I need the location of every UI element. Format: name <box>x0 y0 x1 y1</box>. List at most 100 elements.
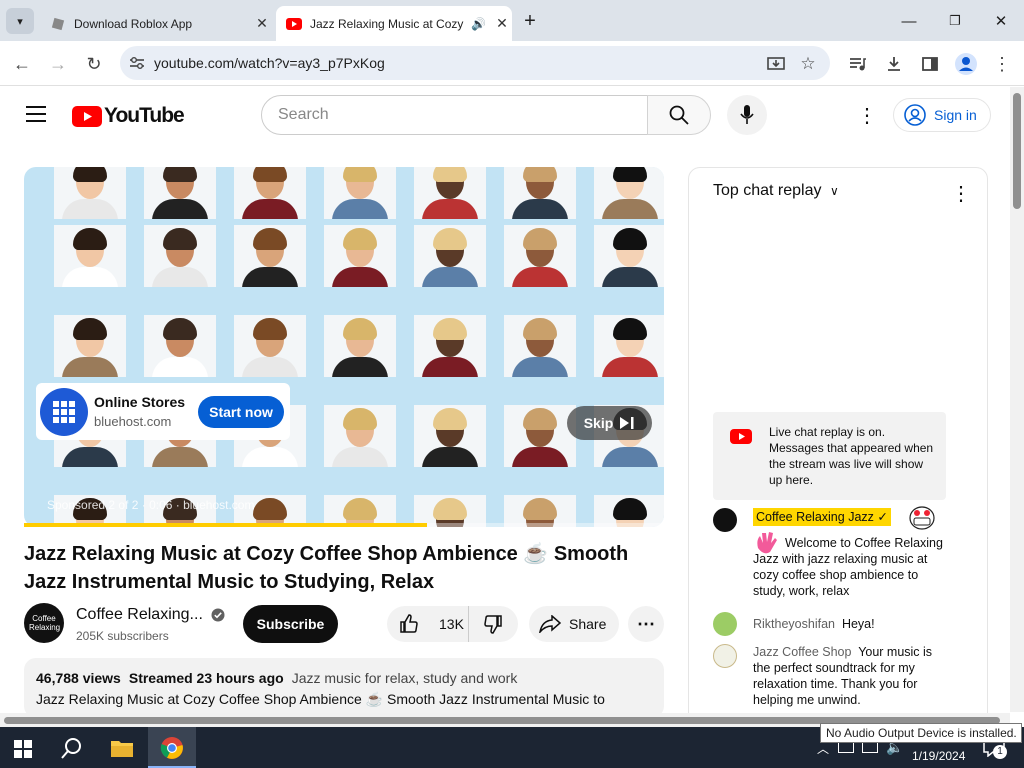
ad-portrait <box>594 167 664 219</box>
ad-portrait <box>54 225 126 287</box>
chat-menu-button[interactable]: ⋮ <box>951 181 971 206</box>
skip-label: Skip <box>583 415 614 431</box>
tab-search-button[interactable]: ▾ <box>6 8 34 34</box>
taskbar-search-button[interactable] <box>60 736 84 765</box>
forward-button[interactable]: → <box>44 50 72 78</box>
queue-music-icon <box>850 58 866 71</box>
ad-advertiser: Online Stores <box>94 394 186 410</box>
video-player[interactable] <box>24 167 664 527</box>
browser-menu-button[interactable]: ⋮ <box>988 50 1016 78</box>
chat-author: Jazz Coffee Shop <box>753 645 852 659</box>
window-close-button[interactable]: ✕ <box>987 8 1015 34</box>
tab-youtube[interactable]: Jazz Relaxing Music at Cozy 🔊 ✕ <box>276 6 512 41</box>
minimize-icon: — <box>901 12 917 30</box>
search-input[interactable]: Search <box>261 95 648 135</box>
chevron-up-icon: ︿ <box>817 742 830 756</box>
arrow-right-icon: → <box>49 53 67 74</box>
browser-toolbar: ← → ↻ youtube.com/watch?v=ay3_p7PxKog ☆ … <box>0 41 1024 86</box>
owner-badge: Coffee Relaxing Jazz ✓ <box>753 508 891 526</box>
chat-avatar[interactable] <box>713 644 737 668</box>
subscriber-count: 205K subscribers <box>76 629 169 643</box>
scrollbar-thumb[interactable] <box>1013 93 1021 209</box>
start-now-button[interactable]: Start now <box>198 396 284 428</box>
star-icon: ☆ <box>800 54 816 73</box>
more-horiz-icon: ⋯ <box>637 613 655 634</box>
chat-avatar[interactable] <box>713 612 737 636</box>
voice-search-button[interactable] <box>727 95 767 135</box>
close-icon[interactable]: ✕ <box>492 15 512 32</box>
search-icon <box>669 105 689 125</box>
sign-in-label: Sign in <box>934 107 977 123</box>
grinning-emoji-icon <box>908 506 936 530</box>
chat-mode-dropdown[interactable]: Top chat replay ∨ <box>713 182 839 200</box>
restore-button[interactable]: ❐ <box>941 8 969 34</box>
downloads-button[interactable] <box>880 50 908 78</box>
start-button[interactable] <box>14 740 32 763</box>
windows-logo-icon <box>14 740 32 758</box>
ad-progress-fill <box>24 523 428 527</box>
ad-portrait <box>414 315 486 377</box>
search-button[interactable] <box>647 95 711 135</box>
chat-message-text: Welcome to Coffee Relaxing Jazz with jaz… <box>753 536 943 598</box>
clock-date[interactable]: 1/19/2024 <box>912 749 965 763</box>
media-controls-button[interactable] <box>844 50 872 78</box>
description-box[interactable]: 46,788 views Streamed 23 hours ago Jazz … <box>24 658 664 718</box>
channel-name-row: Coffee Relaxing... <box>76 606 225 624</box>
sign-in-button[interactable]: Sign in <box>893 98 991 132</box>
skip-ad-button[interactable]: Skip <box>567 406 652 440</box>
url-text: youtube.com/watch?v=ay3_p7PxKog <box>154 55 385 71</box>
file-explorer-button[interactable] <box>110 738 134 763</box>
checkmark-icon: ✓ <box>877 510 888 524</box>
back-button[interactable]: ← <box>8 50 36 78</box>
vertical-scrollbar[interactable] <box>1010 87 1024 712</box>
chat-replay-banner: Live chat replay is on. Messages that ap… <box>713 412 946 500</box>
channel-avatar[interactable]: Coffee Relaxing <box>24 603 64 643</box>
chrome-icon <box>160 737 183 759</box>
avatar-text: Coffee Relaxing <box>29 614 61 632</box>
ad-portrait <box>594 225 664 287</box>
minimize-button[interactable]: — <box>895 8 923 34</box>
like-button[interactable]: 13K <box>387 606 469 642</box>
new-tab-button[interactable]: + <box>516 8 544 34</box>
profile-button[interactable] <box>952 50 980 78</box>
bookmark-button[interactable]: ☆ <box>794 50 822 78</box>
more-actions-button[interactable]: ⋯ <box>628 606 664 642</box>
thumbs-up-icon <box>400 614 418 633</box>
dislike-button[interactable] <box>469 614 517 634</box>
page-icon <box>50 16 66 32</box>
ad-portrait <box>234 225 306 287</box>
chat-message: Riktheyoshifan Heya! <box>753 616 943 632</box>
ad-portrait <box>324 315 396 377</box>
site-info-icon[interactable] <box>128 54 146 72</box>
settings-menu-button[interactable]: ⋮ <box>857 103 877 128</box>
address-bar[interactable]: youtube.com/watch?v=ay3_p7PxKog <box>120 46 830 80</box>
stream-date: Streamed 23 hours ago <box>128 670 284 686</box>
audio-tooltip: No Audio Output Device is installed. <box>820 723 1022 743</box>
share-button[interactable]: Share <box>529 606 619 642</box>
chat-author: Coffee Relaxing Jazz <box>756 510 874 524</box>
ad-portrait <box>324 225 396 287</box>
ad-portrait <box>54 315 126 377</box>
youtube-logo[interactable]: YouTube <box>72 104 185 128</box>
speaker-icon[interactable]: 🔊 <box>471 17 486 31</box>
ad-portrait <box>54 167 126 219</box>
chat-replay-text: Live chat replay is on. Messages that ap… <box>769 425 934 487</box>
ad-progress-bar[interactable] <box>24 523 664 527</box>
close-icon[interactable]: ✕ <box>252 15 272 32</box>
install-app-button[interactable] <box>762 50 790 78</box>
restore-icon: ❐ <box>949 13 961 28</box>
chat-author: Riktheyoshifan <box>753 617 835 631</box>
like-dislike-group: 13K <box>387 606 518 642</box>
reload-button[interactable]: ↻ <box>80 50 108 78</box>
search-icon <box>61 738 81 759</box>
channel-name[interactable]: Coffee Relaxing... <box>76 606 203 624</box>
ad-portrait <box>504 405 576 467</box>
ad-portrait <box>144 225 216 287</box>
chrome-taskbar-button[interactable] <box>148 727 196 768</box>
subscribe-button[interactable]: Subscribe <box>243 605 338 643</box>
side-panel-button[interactable] <box>916 50 944 78</box>
tab-roblox[interactable]: Download Roblox App ✕ <box>40 6 272 41</box>
guide-menu-button[interactable] <box>26 106 46 122</box>
chat-avatar[interactable] <box>713 508 737 532</box>
notification-count: 1 <box>993 745 1007 759</box>
